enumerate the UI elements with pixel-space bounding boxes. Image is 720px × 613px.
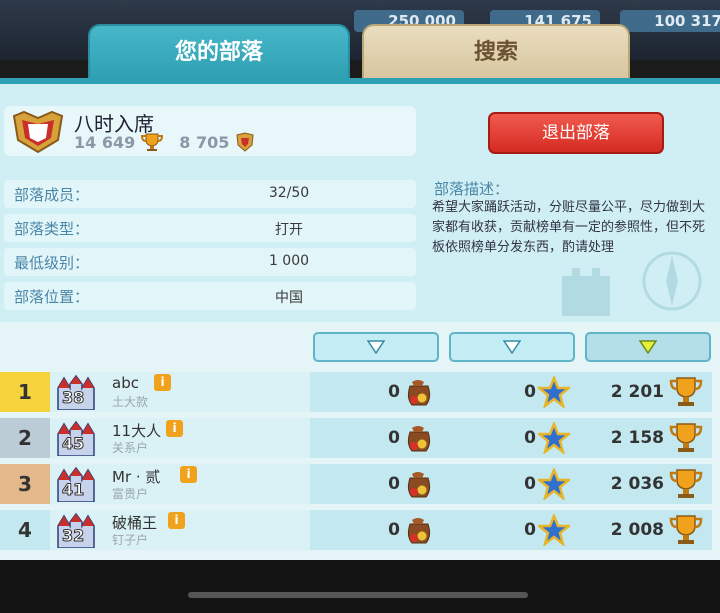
member-donations: 0 <box>388 382 400 402</box>
member-identity: 32 破桶王 i 钉子户 <box>50 510 310 550</box>
castle-watermark-icon <box>562 251 702 316</box>
member-body: 45 11大人 i 关系户 0 0 2 158 <box>50 418 712 458</box>
member-stars: 0 <box>524 474 536 494</box>
type-label: 部落类型： <box>14 220 90 238</box>
trophy-icon <box>669 515 703 544</box>
sort-stars-button[interactable] <box>449 332 575 362</box>
member-name: abc <box>112 374 139 392</box>
clan-trophies: 14 649 <box>74 132 136 152</box>
member-level: 45 <box>61 434 85 454</box>
members-label: 部落成员： <box>14 186 90 204</box>
member-level: 38 <box>61 388 85 408</box>
member-name: 11大人 <box>112 422 162 440</box>
member-rank: 2 <box>0 418 50 458</box>
star-icon <box>538 376 570 408</box>
leave-clan-button[interactable]: 退出部落 <box>488 112 664 154</box>
loot-bag-icon <box>407 518 431 544</box>
member-stars: 0 <box>524 382 536 402</box>
member-row[interactable]: 3 41 Mr · 贰 i 富贵户 0 0 2 036 <box>0 464 712 504</box>
member-rank: 3 <box>0 464 50 504</box>
member-row[interactable]: 2 45 11大人 i 关系户 0 0 2 158 <box>0 418 712 458</box>
member-row[interactable]: 4 32 破桶王 i 钉子户 0 0 2 008 <box>0 510 712 550</box>
member-name: Mr · 贰 <box>112 468 161 486</box>
tab-my-clan[interactable]: 您的部落 <box>88 24 350 80</box>
star-icon <box>538 468 570 500</box>
info-row-min-level: 最低级别： 1 000 <box>4 248 416 276</box>
loot-bag-icon <box>407 380 431 406</box>
tab-search[interactable]: 搜索 <box>362 24 630 80</box>
member-role: 钉子户 <box>112 533 149 547</box>
loot-bag-icon <box>407 426 431 452</box>
member-trophies: 2 036 <box>610 474 664 494</box>
member-row[interactable]: 1 38 abc i 土大款 0 0 2 201 <box>0 372 712 412</box>
star-icon <box>538 422 570 454</box>
member-info-icon[interactable]: i <box>168 512 185 529</box>
trophy-icon <box>141 133 164 151</box>
type-value: 打开 <box>275 222 303 238</box>
member-level: 32 <box>61 526 85 546</box>
bottom-dock <box>0 560 720 613</box>
clan-shield-icon <box>12 110 64 154</box>
members-value: 32/50 <box>268 185 310 201</box>
member-level: 41 <box>61 480 85 500</box>
member-stars: 0 <box>524 428 536 448</box>
trophy-icon <box>669 423 703 452</box>
member-rank: 4 <box>0 510 50 550</box>
description-title: 部落描述： <box>434 180 510 198</box>
member-identity: 41 Mr · 贰 i 富贵户 <box>50 464 310 504</box>
member-identity: 38 abc i 土大款 <box>50 372 310 412</box>
member-identity: 45 11大人 i 关系户 <box>50 418 310 458</box>
member-donations: 0 <box>388 520 400 540</box>
member-info-icon[interactable]: i <box>180 466 197 483</box>
star-icon <box>538 514 570 546</box>
clan-stats: 14 649 8 705 <box>74 132 255 152</box>
war-shield-icon <box>236 132 254 152</box>
resource-counter-3: 100 317 <box>620 10 720 32</box>
info-row-members: 部落成员： 32/50 <box>4 180 416 208</box>
info-row-type: 部落类型： 打开 <box>4 214 416 242</box>
clan-header-card: 八时入席 14 649 8 705 <box>4 106 416 156</box>
loot-bag-icon <box>407 472 431 498</box>
sort-donations-button[interactable] <box>313 332 439 362</box>
triangle-down-icon <box>503 340 521 354</box>
member-info-icon[interactable]: i <box>154 374 171 391</box>
trophy-icon <box>669 377 703 406</box>
member-body: 41 Mr · 贰 i 富贵户 0 0 2 036 <box>50 464 712 504</box>
clan-war-points: 8 705 <box>179 132 230 152</box>
member-donations: 0 <box>388 474 400 494</box>
member-name: 破桶王 <box>112 514 158 532</box>
triangle-down-active-icon <box>639 340 657 354</box>
home-indicator[interactable] <box>188 592 528 598</box>
member-role: 富贵户 <box>112 487 149 501</box>
member-trophies: 2 158 <box>610 428 664 448</box>
min-level-label: 最低级别： <box>14 254 90 272</box>
member-body: 38 abc i 土大款 0 0 2 201 <box>50 372 712 412</box>
clan-description: 部落描述： 希望大家踊跃活动，分赃尽量公平，尽力做到大家都有收获，贡献榜单有一定… <box>422 176 714 316</box>
member-trophies: 2 201 <box>610 382 664 402</box>
member-rank: 1 <box>0 372 50 412</box>
member-body: 32 破桶王 i 钉子户 0 0 2 008 <box>50 510 712 550</box>
member-role: 土大款 <box>112 395 149 409</box>
location-label: 部落位置： <box>14 288 90 306</box>
member-stars: 0 <box>524 520 536 540</box>
member-role: 关系户 <box>112 441 149 455</box>
member-info-icon[interactable]: i <box>166 420 183 437</box>
location-value: 中国 <box>275 290 303 306</box>
triangle-down-icon <box>367 340 385 354</box>
sort-trophies-button[interactable] <box>585 332 711 362</box>
info-row-location: 部落位置： 中国 <box>4 282 416 310</box>
min-level-value: 1 000 <box>268 253 310 269</box>
member-trophies: 2 008 <box>610 520 664 540</box>
trophy-icon <box>669 469 703 498</box>
member-donations: 0 <box>388 428 400 448</box>
